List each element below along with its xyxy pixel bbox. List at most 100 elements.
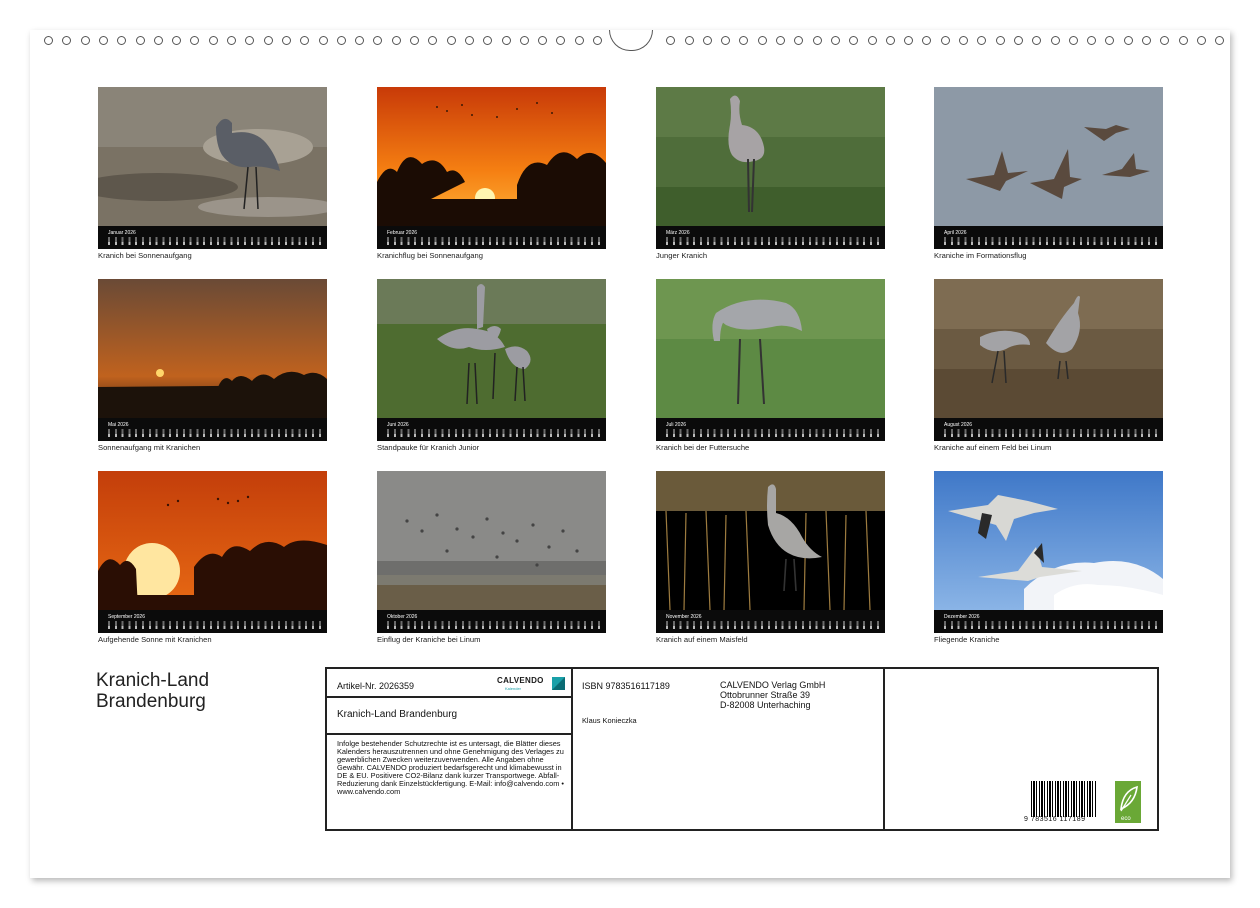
binding-ring bbox=[172, 36, 182, 45]
photo-september bbox=[98, 471, 327, 610]
photo-july bbox=[656, 279, 885, 418]
binding-ring bbox=[1032, 36, 1042, 45]
calendar-title: Kranich-Land Brandenburg bbox=[96, 670, 209, 712]
publisher-street: Ottobrunner Straße 39 bbox=[720, 690, 811, 700]
month-tile-april: April 2026 Kraniche im Formationsflug bbox=[934, 87, 1163, 260]
binding-ring bbox=[391, 36, 401, 45]
title-line-1: Kranich-Land bbox=[96, 670, 210, 691]
photo-august bbox=[934, 279, 1163, 418]
binding-ring bbox=[977, 36, 987, 45]
binding-ring bbox=[593, 36, 602, 45]
month-tile-march: März 2026 Junger Kranich bbox=[656, 87, 885, 260]
binding-ring bbox=[1123, 36, 1133, 45]
binding-ring bbox=[739, 36, 749, 45]
publisher-address: CALVENDO Verlag GmbH Ottobrunner Straße … bbox=[720, 680, 825, 710]
binding-ring bbox=[519, 36, 529, 45]
month-name: Juli 2026 bbox=[666, 422, 687, 428]
photo-caption: Einflug der Kraniche bei Linum bbox=[377, 635, 481, 644]
binding-ring bbox=[44, 36, 53, 45]
month-name: Januar 2026 bbox=[108, 230, 136, 236]
article-number: Artikel-Nr. 2026359 bbox=[337, 681, 415, 691]
binding-ring bbox=[556, 36, 566, 45]
photo-caption: Standpauke für Kranich Junior bbox=[377, 443, 480, 452]
binding-ring bbox=[245, 36, 255, 45]
binding-ring bbox=[538, 36, 548, 45]
binding-ring bbox=[922, 36, 932, 45]
binding-ring bbox=[1160, 36, 1170, 45]
binding-ring bbox=[721, 36, 731, 45]
barcode bbox=[1031, 781, 1097, 817]
month-tile-june: Juni 2026 Standpauke für Kranich Junior bbox=[377, 279, 606, 452]
month-name: Mai 2026 bbox=[108, 422, 129, 428]
month-name: September 2026 bbox=[108, 614, 145, 620]
binding-ring bbox=[959, 36, 968, 45]
binding-ring bbox=[300, 36, 310, 45]
binding-ring bbox=[373, 36, 383, 45]
product-info-box: Artikel-Nr. 2026359 CALVENDO Kalender Kr… bbox=[325, 667, 1159, 831]
calendar-strip: Dezember 2026 bbox=[934, 610, 1163, 633]
binding-ring bbox=[1178, 36, 1188, 45]
binding-ring bbox=[117, 36, 127, 45]
binding-ring bbox=[794, 36, 804, 45]
binding-ring bbox=[1196, 36, 1206, 45]
calendar-strip: April 2026 bbox=[934, 226, 1163, 249]
binding-ring bbox=[410, 36, 419, 45]
binding-ring bbox=[757, 36, 767, 45]
photo-march bbox=[656, 87, 885, 226]
binding-ring bbox=[1087, 36, 1097, 45]
binding-ring bbox=[263, 36, 273, 45]
calendar-strip: Juni 2026 bbox=[377, 418, 606, 441]
eco-label: eco bbox=[1121, 816, 1131, 822]
month-tile-february: Februar 2026 Kranichflug bei Sonnenaufga… bbox=[377, 87, 606, 260]
isbn: ISBN 9783516117189 bbox=[582, 681, 670, 691]
binding-ring bbox=[318, 36, 328, 45]
publisher-name: CALVENDO Verlag GmbH bbox=[720, 680, 826, 690]
month-tile-november: November 2026 Kranich auf einem Maisfeld bbox=[656, 471, 885, 644]
photo-january bbox=[98, 87, 327, 226]
binding-ring bbox=[995, 36, 1005, 45]
month-name: Februar 2026 bbox=[387, 230, 418, 236]
photo-caption: Junger Kranich bbox=[656, 251, 708, 260]
month-tile-august: August 2026 Kraniche auf einem Feld bei … bbox=[934, 279, 1163, 452]
eco-icon: eco bbox=[1115, 781, 1141, 823]
calendar-strip: November 2026 bbox=[656, 610, 885, 633]
binding-ring bbox=[1013, 36, 1023, 45]
photo-caption: Kranich bei der Futtersuche bbox=[656, 443, 750, 452]
photo-caption: Kraniche im Formationsflug bbox=[934, 251, 1027, 260]
binding-ring bbox=[885, 36, 895, 45]
legal-notice: Infolge bestehender Schutzrechte ist es … bbox=[337, 739, 564, 796]
calendar-strip: Juli 2026 bbox=[656, 418, 885, 441]
author-name: Klaus Konieczka bbox=[582, 716, 637, 725]
binding-ring bbox=[153, 36, 163, 45]
month-name: Juni 2026 bbox=[387, 422, 409, 428]
binding-ring bbox=[62, 36, 72, 45]
binding-ring bbox=[281, 36, 291, 45]
binding-ring bbox=[776, 36, 785, 45]
month-tile-july: Juli 2026 Kranich bei der Futtersuche bbox=[656, 279, 885, 452]
barcode-number: 9 783516 117189 bbox=[1024, 816, 1086, 823]
photo-caption: Kranich auf einem Maisfeld bbox=[656, 635, 748, 644]
month-tile-october: Oktober 2026 Einflug der Kraniche bei Li… bbox=[377, 471, 606, 644]
binding-ring bbox=[830, 36, 840, 45]
binding-ring bbox=[1142, 36, 1151, 45]
binding-ring bbox=[483, 36, 493, 45]
binding-ring bbox=[666, 36, 676, 45]
binding-ring bbox=[227, 36, 236, 45]
binding-ring bbox=[1105, 36, 1115, 45]
binding-ring bbox=[849, 36, 859, 45]
photo-april bbox=[934, 87, 1163, 226]
photo-november bbox=[656, 471, 885, 610]
binding-ring bbox=[904, 36, 914, 45]
binding-ring bbox=[208, 36, 218, 45]
photo-december bbox=[934, 471, 1163, 610]
calendar-strip: September 2026 bbox=[98, 610, 327, 633]
month-tile-january: Januar 2026 Kranich bei Sonnenaufgang bbox=[98, 87, 327, 260]
logo-text: CALVENDO bbox=[497, 676, 544, 685]
month-tile-september: September 2026 Aufgehende Sonne mit Kran… bbox=[98, 471, 327, 644]
month-name: November 2026 bbox=[666, 614, 702, 620]
photo-caption: Aufgehende Sonne mit Kranichen bbox=[98, 635, 212, 644]
product-title: Kranich-Land Brandenburg bbox=[337, 709, 458, 720]
calendar-strip: Januar 2026 bbox=[98, 226, 327, 249]
photo-caption: Kraniche auf einem Feld bei Linum bbox=[934, 443, 1052, 452]
publisher-city: D-82008 Unterhaching bbox=[720, 700, 811, 710]
